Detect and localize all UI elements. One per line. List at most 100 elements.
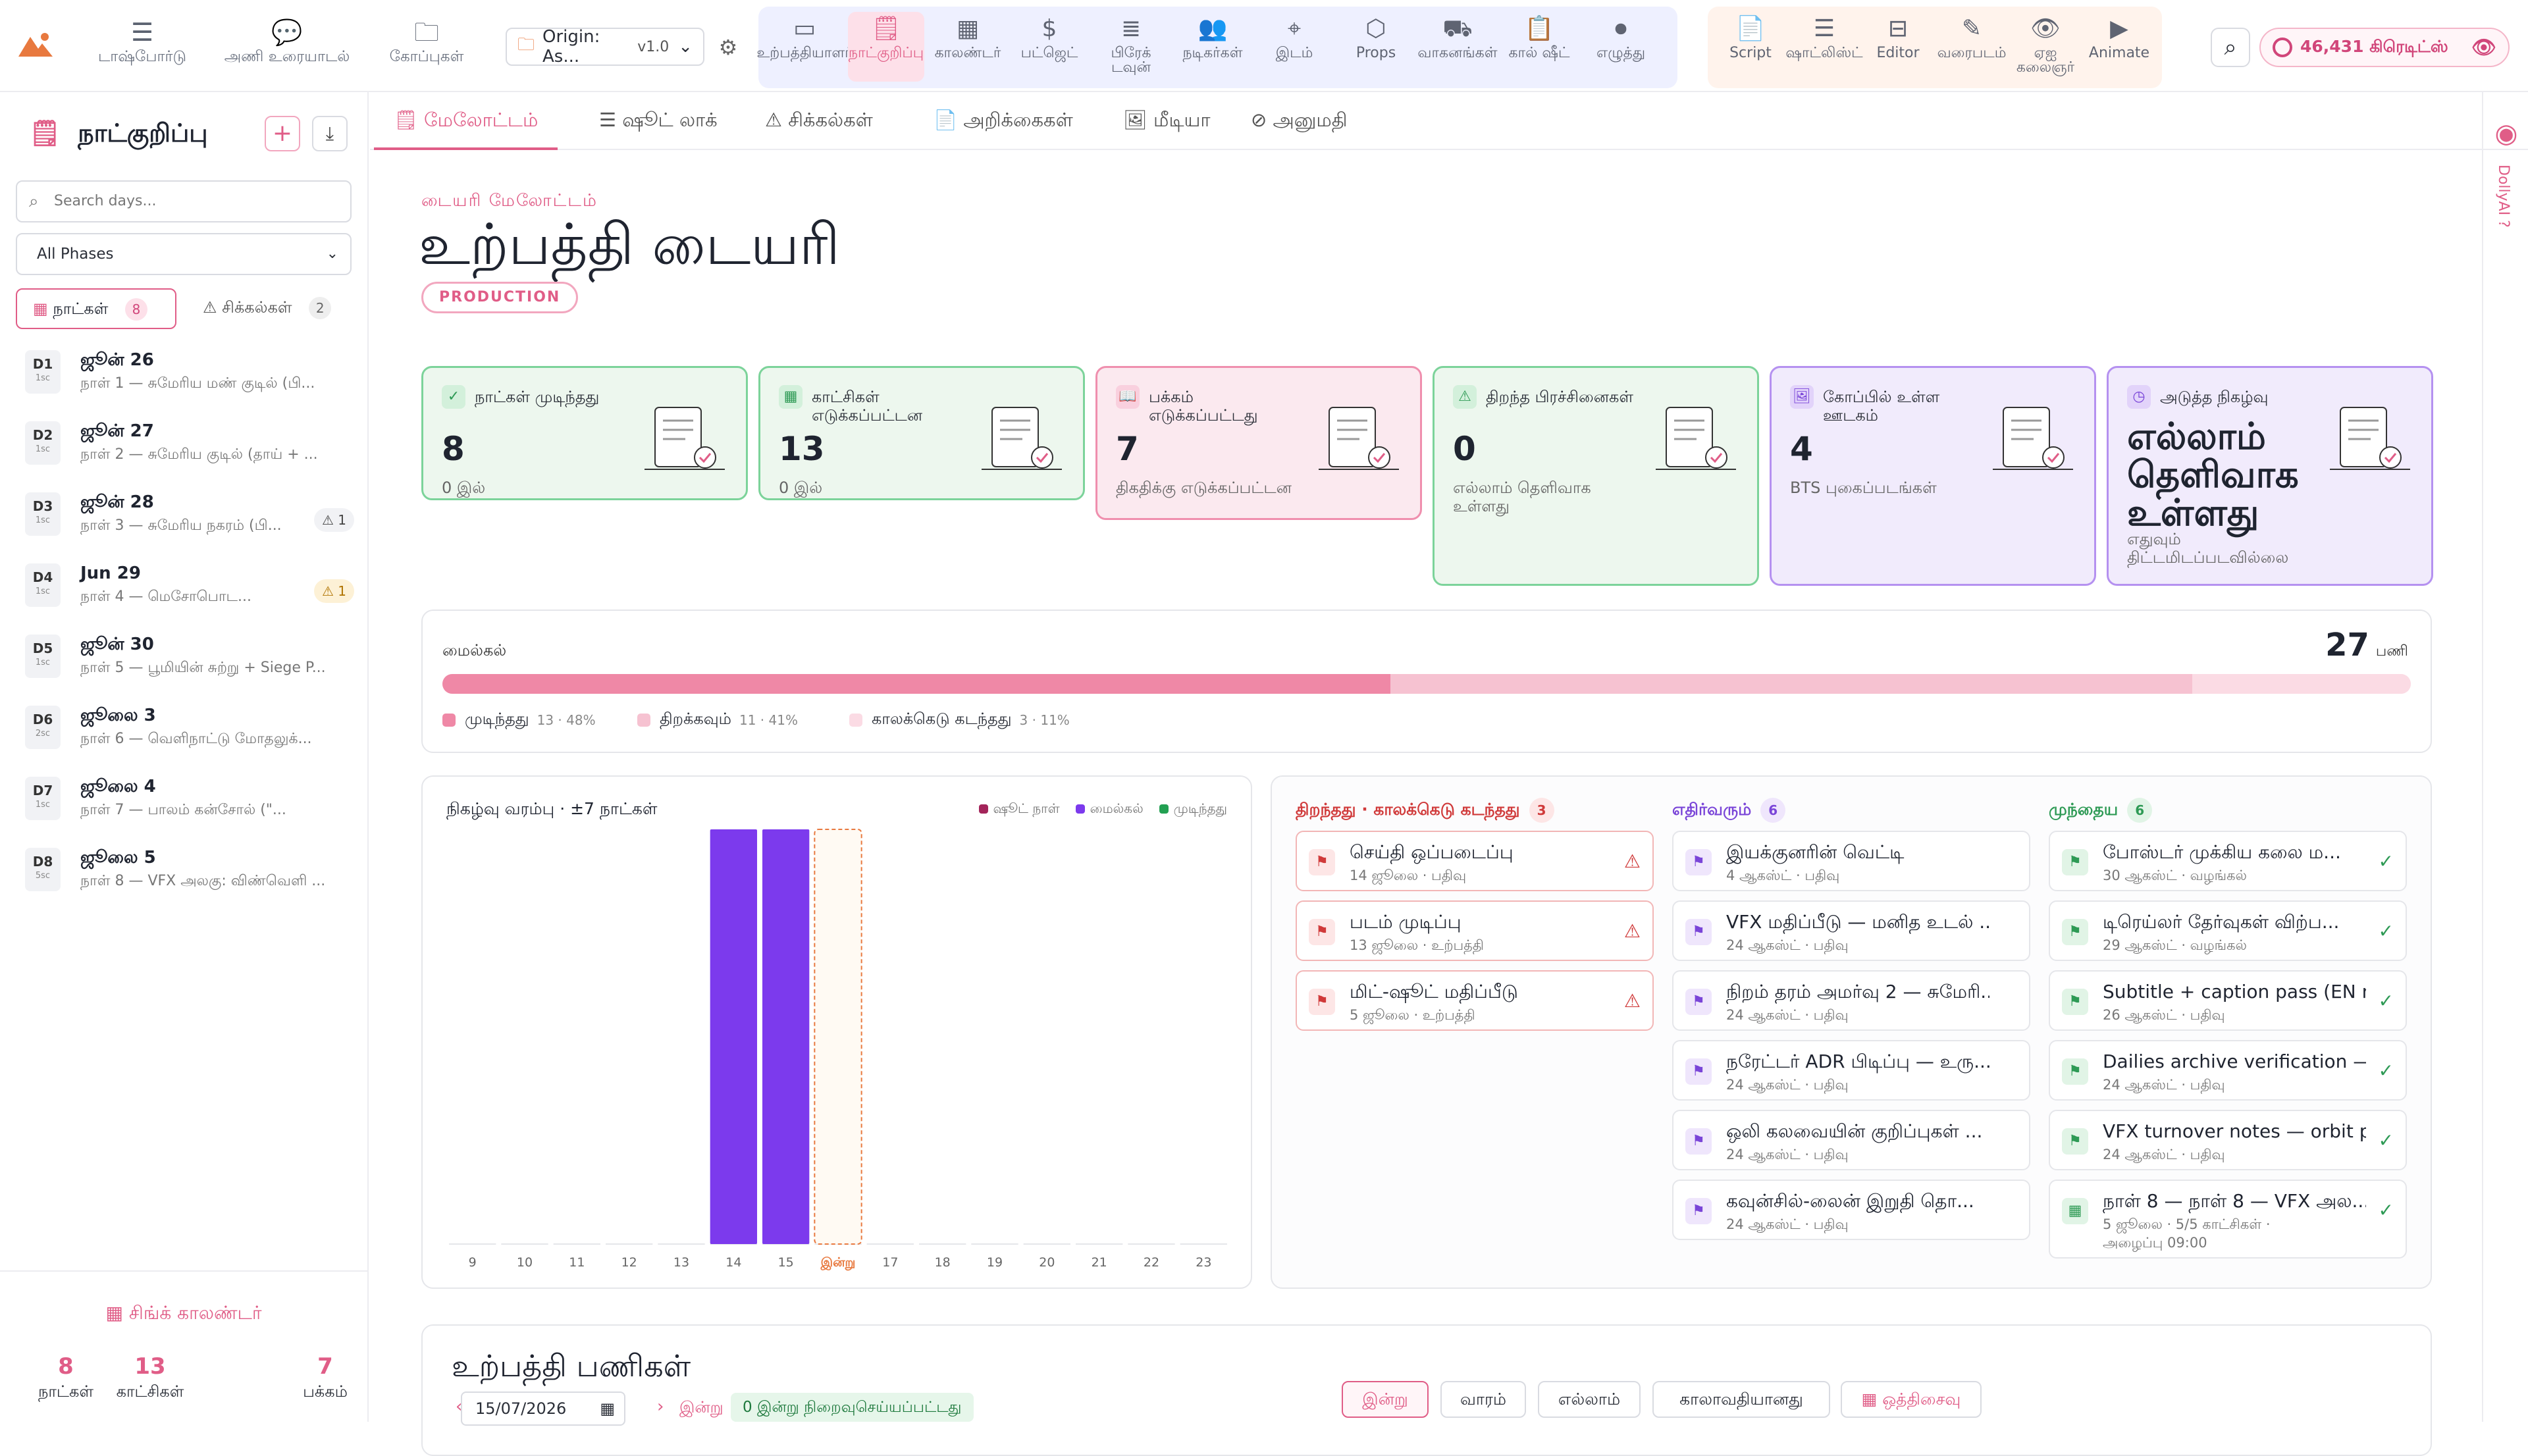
chart-tick-label: 17 [882, 1255, 898, 1270]
day-list-item[interactable]: D8 5sc ஜூலை 5 நாள் 8 — VFX அலகு: விண்வெளி .… [25, 840, 354, 899]
day-list-item[interactable]: D3 1sc ஜூன் 28 நாள் 3 — சுமேரிய நகரம் (பி..… [25, 484, 354, 544]
task-date-input[interactable]: 15/07/2026 ▦ [461, 1391, 625, 1426]
tool-dollar[interactable]: $ பட்ஜெட் [1011, 12, 1088, 82]
phase-select[interactable]: All Phases ⌄ [16, 233, 352, 275]
sidebar-title: 🗒 நாட்குறிப்பு [29, 118, 208, 147]
tool-callsheet[interactable]: 📋 கால் ஷீட் [1501, 12, 1577, 82]
tool-location[interactable]: ⌖ இடம் [1256, 12, 1332, 82]
nav-team-chat[interactable]: 💬 அணி உரையாடல் [211, 16, 363, 76]
milestone-item[interactable]: ⚑ படம் முடிப்பு 13 ஜூலை · உற்பத்தி ⚠ [1296, 900, 1654, 961]
chart-bar[interactable] [710, 829, 757, 1244]
sync-calendar-button[interactable]: ▦ சிங்க் காலண்டர் [0, 1302, 367, 1326]
filter-button[interactable]: எல்லாம் [1538, 1381, 1641, 1418]
day-list-item[interactable]: D5 1sc ஜூன் 30 நாள் 5 — பூமியின் சுற்று + S… [25, 627, 354, 686]
milestone-item[interactable]: ⚑ இயக்குனரின் வெட்டி 4 ஆகஸ்ட் · பதிவு [1672, 831, 2030, 891]
tab-report[interactable]: 📄 அறிக்கைகள் [934, 105, 1073, 150]
next-day-button[interactable]: › [657, 1397, 664, 1417]
breakdown-icon: ≣ [1120, 15, 1142, 42]
tool-diary[interactable]: 🗒 நாட்குறிப்பு [848, 12, 924, 82]
today-link[interactable]: இன்று [679, 1398, 724, 1418]
milestone-item[interactable]: ⚑ கவுன்சில்-லைன் இறுதி தொ... 24 ஆகஸ்ட் · ப… [1672, 1180, 2030, 1240]
app-logo[interactable] [16, 28, 55, 61]
tool-shotlist[interactable]: ☰ ஷாட்லிஸ்ட் [1785, 12, 1862, 82]
search-days-input[interactable]: ⌕ Search days... [16, 180, 352, 222]
eye-icon[interactable]: 👁 [2471, 36, 2496, 59]
filter-button[interactable]: வாரம் [1440, 1381, 1526, 1418]
add-day-button[interactable]: + [265, 116, 300, 151]
gear-icon[interactable]: ⚙ [714, 33, 743, 62]
editor-icon: ⊟ [1887, 15, 1909, 42]
project-selector[interactable]: 🗀 Origin: As... v1.0 ⌄ [506, 27, 704, 66]
milestone-item[interactable]: ⚑Subtitle + caption pass (EN ma...26 ஆகஸ… [2049, 970, 2407, 1031]
chart-tick-label: 14 [725, 1255, 741, 1270]
tool-calendar[interactable]: ▦ காலண்டர் [930, 12, 1006, 82]
chart-tick-label: இன்று [820, 1255, 856, 1271]
animate-icon: ▶ [2110, 15, 2128, 42]
tab-image[interactable]: 🖼 மீடியா [1123, 105, 1211, 150]
tool-camera[interactable]: ⏺ எழுத்து [1583, 12, 1659, 82]
summary-card: ✓ நாட்கள் முடிந்தது 8 0 இல் [421, 366, 748, 500]
day-list-item[interactable]: D6 2sc ஜூலை 3 நாள் 6 — வெளிநாட்டு மோதலுக்..… [25, 698, 354, 757]
check-circle-icon: ✓ [2378, 920, 2394, 942]
nav-dashboard[interactable]: ☰ டாஷ்போர்டு [83, 16, 201, 76]
tool-eye[interactable]: 👁 ஏஐ கலைஞர் [2011, 12, 2080, 82]
completed-today-pill: 0 இன்று நிறைவுசெய்யப்பட்டது [731, 1393, 974, 1422]
chart-tick-label: 9 [469, 1255, 477, 1270]
tab-days[interactable]: ▦ நாட்கள் 8 [16, 288, 176, 329]
progress-segment [442, 674, 1390, 694]
warning-icon: ⚠ [765, 109, 789, 131]
milestone-item[interactable]: ⚑ VFX turnover notes — orbit pl... 24 ஆகஸ்… [2049, 1110, 2407, 1170]
chart-tick-label: 15 [778, 1255, 794, 1270]
card-value: 13 [779, 430, 825, 468]
day-list-item[interactable]: D7 1sc ஜூலை 4 நாள் 7 — பாலம் கன்சோல் ("... [25, 769, 354, 828]
card-illustration-icon [1990, 401, 2076, 480]
chart-bar[interactable] [762, 829, 810, 1244]
milestone-item[interactable]: ⚑ போஸ்டர் முக்கிய கலை ம... 30 ஆகஸ்ட் · வழங… [2049, 831, 2407, 891]
tab-link[interactable]: ⊘ அனுமதி [1251, 105, 1348, 150]
milestone-item[interactable]: ⚑ டிரெய்லர் தேர்வுகள் விற்ப... 29 ஆகஸ்ட் ·… [2049, 900, 2407, 961]
day-list-item[interactable]: D1 1sc ஜூன் 26 நாள் 1 — சுமேரிய மண் குடில் … [25, 342, 354, 402]
milestone-item[interactable]: ⚑ மிட்-ஷூட் மதிப்பீடு 5 ஜூலை · உற்பத்தி ⚠ [1296, 970, 1654, 1031]
credits-badge[interactable]: 46,431 கிரெடிட்ஸ் 👁 [2259, 28, 2510, 67]
tool-editor[interactable]: ⊟ Editor [1863, 12, 1933, 82]
filter-button[interactable]: இன்று [1342, 1381, 1429, 1418]
filter-button[interactable]: காலாவதியானது [1652, 1381, 1830, 1418]
tool-props[interactable]: ⬡ Props [1338, 12, 1414, 82]
nav-files[interactable]: 🗀 கோப்புகள் [374, 16, 479, 76]
milestone-item[interactable]: ⚑ VFX மதிப்பீடு — மனித உடல் ... 24 ஆகஸ்ட் … [1672, 900, 2030, 961]
tool-pencil[interactable]: ✎ வரைபடம் [1937, 12, 2007, 82]
flag-icon: ⚑ [2062, 849, 2088, 875]
search-icon: ⌕ [29, 192, 39, 211]
tab-issues[interactable]: ⚠ சிக்கல்கள் 2 [187, 288, 352, 329]
milestone-item[interactable]: ⚑ ஒலி கலவையின் குறிப்புகள் ... 24 ஆகஸ்ட் ·… [1672, 1110, 2030, 1170]
calendar-icon: ▦ [33, 299, 48, 318]
tool-cast[interactable]: 👥 நடிகர்கள் [1174, 12, 1251, 82]
tab-document[interactable]: 🗒 மேலோட்டம் [374, 105, 558, 150]
eye-icon[interactable]: ◉ [2490, 118, 2523, 149]
diary-icon: 🗒 [29, 118, 61, 147]
tool-script[interactable]: 📄 Script [1716, 12, 1785, 82]
day-list-item[interactable]: D2 1sc ஜூன் 27 நாள் 2 — சுமேரிய குடில் (தாய… [25, 413, 354, 473]
tool-vehicle[interactable]: ⛟ வாகனங்கள் [1417, 12, 1497, 82]
image-icon: 🖼 [1123, 109, 1154, 131]
tool-breakdown[interactable]: ≣ பிரேக் டவுன் [1093, 12, 1169, 82]
tool-producer[interactable]: ▭ உற்பத்தியாளர் [756, 12, 852, 82]
pencil-icon: ✎ [1961, 15, 1982, 42]
day-list-item[interactable]: D4 1sc Jun 29 நாள் 4 — மெசோபொட... ⚠ 1 [25, 556, 354, 615]
download-button[interactable]: ⤓ [312, 116, 348, 151]
milestone-item[interactable]: ⚑ நிறம் தரம் அமர்வு 2 — சுமேரி... 24 ஆகஸ்ட… [1672, 970, 2030, 1031]
tab-warning[interactable]: ⚠ சிக்கல்கள் [765, 105, 873, 150]
tab-list[interactable]: ☰ ஷூட் லாக் [599, 105, 718, 150]
assistant-label[interactable]: DollyAI ? [2495, 165, 2512, 228]
event-range-chart: நிகழ்வு வரம்பு · ±7 நாட்கள் ஷூட் நாள் மைல… [421, 775, 1252, 1289]
filter-button[interactable]: ▦ ஒத்திசைவு [1841, 1381, 1982, 1418]
milestone-item[interactable]: ⚑ செய்தி ஒப்படைப்பு 14 ஜூலை · பதிவு ⚠ [1296, 831, 1654, 891]
search-button[interactable]: ⌕ [2211, 28, 2250, 67]
milestone-item[interactable]: ⚑ நரேட்டர் ADR பிடிப்பு — உரு... 24 ஆகஸ்ட்… [1672, 1040, 2030, 1101]
clock-icon: ◷ [2127, 385, 2151, 409]
tool-animate[interactable]: ▶ Animate [2084, 12, 2154, 82]
day-badge: D6 2sc [25, 706, 61, 749]
flag-icon: ⚑ [1685, 1058, 1712, 1085]
milestone-item[interactable]: ▦ நாள் 8 — நாள் 8 — VFX அல... 5 ஜூலை · 5/5… [2049, 1180, 2407, 1259]
milestone-item[interactable]: ⚑Dailies archive verification — L...24 ஆ… [2049, 1040, 2407, 1101]
